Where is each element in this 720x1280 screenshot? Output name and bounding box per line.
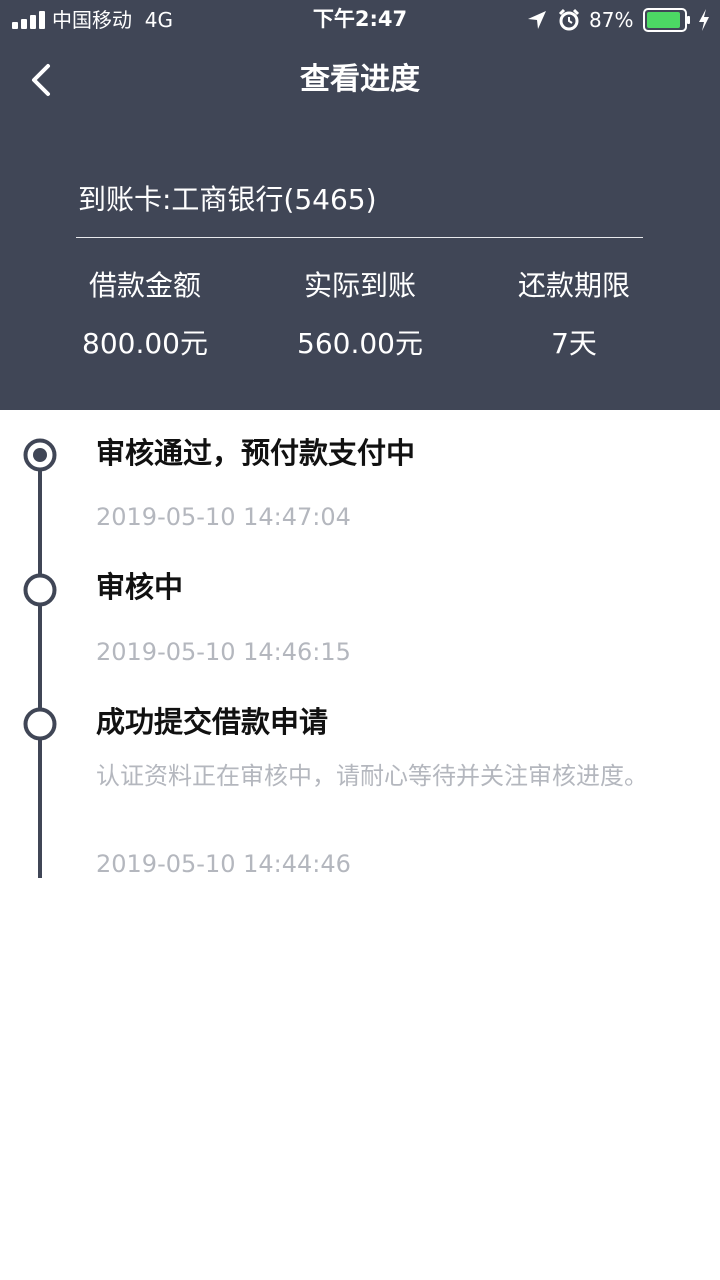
timeline-item-title: 审核中 — [96, 570, 184, 604]
timeline-item-description: 认证资料正在审核中，请耐心等待并关注审核进度。 — [96, 762, 648, 790]
timeline-item-time: 2019-05-10 14:47:04 — [96, 503, 351, 531]
stat-label: 还款期限 — [517, 269, 630, 302]
location-arrow-icon — [528, 11, 546, 29]
timeline-item-time: 2019-05-10 14:46:15 — [96, 638, 351, 666]
stat-repayment-term: 还款期限 7天 — [464, 264, 684, 366]
status-bar: 中国移动 4G 下午2:47 87% — [0, 0, 720, 40]
timeline-line — [38, 458, 42, 878]
stat-label: 借款金额 — [88, 269, 201, 302]
stat-label: 实际到账 — [303, 269, 416, 302]
timeline-node-icon — [23, 573, 57, 607]
timeline-node-current-icon — [23, 438, 57, 472]
stat-value: 800.00元 — [82, 327, 208, 360]
battery-icon — [643, 8, 690, 32]
card-divider — [76, 237, 643, 238]
stat-value: 7天 — [551, 327, 597, 360]
battery-percent: 87% — [589, 8, 634, 32]
timeline-node-icon — [23, 707, 57, 741]
timeline-item-title: 审核通过，预付款支付中 — [96, 436, 416, 470]
alarm-icon — [558, 8, 580, 31]
header-panel: 中国移动 4G 下午2:47 87% 查看进度 到账卡:工商银行(5465) 借… — [0, 0, 720, 410]
stat-loan-amount: 借款金额 800.00元 — [35, 264, 255, 366]
timeline-item-time: 2019-05-10 14:44:46 — [96, 850, 351, 878]
charging-bolt-icon — [699, 9, 709, 31]
receiving-card-text: 到账卡:工商银行(5465) — [78, 183, 377, 216]
timeline-item-title: 成功提交借款申请 — [96, 705, 329, 739]
stat-actual-received: 实际到账 560.00元 — [250, 264, 470, 366]
page-title: 查看进度 — [300, 62, 420, 97]
stat-value: 560.00元 — [297, 327, 423, 360]
